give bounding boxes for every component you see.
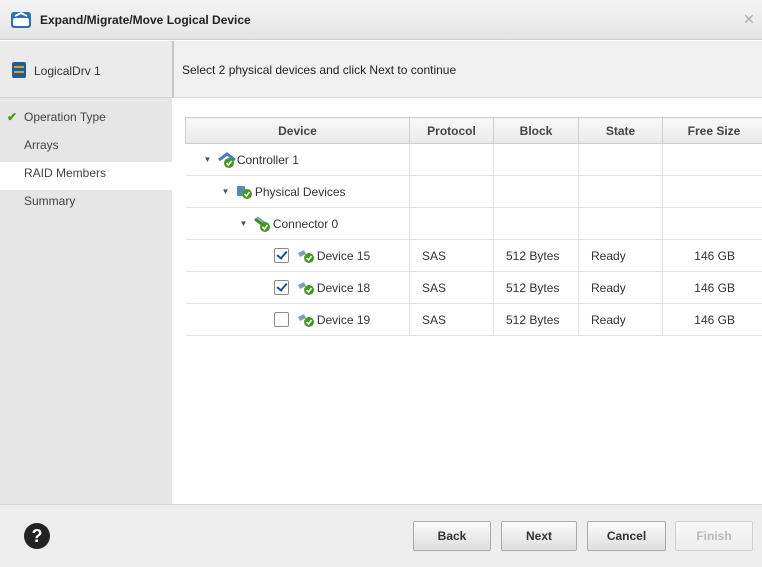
- column-header-device[interactable]: Device: [185, 117, 410, 144]
- tree-label: Connector 0: [272, 216, 339, 231]
- expand-triangle-icon[interactable]: ▼: [240, 219, 250, 228]
- window-title: Expand/Migrate/Move Logical Device: [40, 13, 251, 27]
- device-checkbox[interactable]: [273, 248, 289, 263]
- cell-block: 512 Bytes: [493, 303, 579, 336]
- step-label: Summary: [24, 194, 76, 208]
- disk-icon: [297, 281, 314, 295]
- wizard-steps: ✔ Operation Type Arrays RAID Members Sum…: [0, 106, 172, 218]
- tree-label: Physical Devices: [254, 184, 346, 199]
- disk-icon: [297, 249, 314, 263]
- table-header-row: Device Protocol Block State Free Size: [185, 117, 762, 144]
- step-raid-members[interactable]: RAID Members: [0, 162, 172, 190]
- cell-free-size: 146 GB: [662, 239, 762, 272]
- instruction-text: Select 2 physical devices and click Next…: [182, 63, 457, 77]
- cell-protocol: SAS: [409, 271, 494, 304]
- tree-row-connector[interactable]: ▼ Connector 0: [185, 207, 762, 240]
- disk-icon: [297, 313, 314, 327]
- connector-icon: [253, 215, 270, 232]
- back-button[interactable]: Back: [413, 521, 491, 551]
- logical-device-icon: [11, 11, 31, 28]
- controller-icon: [217, 151, 236, 168]
- finish-button[interactable]: Finish: [675, 521, 753, 551]
- cell-free-size: 146 GB: [662, 303, 762, 336]
- column-header-protocol[interactable]: Protocol: [409, 117, 494, 144]
- device-name: Device 19: [316, 312, 371, 327]
- wizard-footer: ? Back Next Cancel Finish: [0, 504, 762, 567]
- cell-protocol: SAS: [409, 303, 494, 336]
- column-header-state[interactable]: State: [578, 117, 663, 144]
- table-row[interactable]: Device 19 SAS 512 Bytes Ready 146 GB: [185, 303, 762, 336]
- table-row[interactable]: Device 15 SAS 512 Bytes Ready 146 GB: [185, 239, 762, 272]
- next-button[interactable]: Next: [501, 521, 577, 551]
- checkmark-icon: ✔: [7, 110, 18, 124]
- expand-triangle-icon[interactable]: ▼: [204, 155, 214, 164]
- step-label: RAID Members: [24, 166, 107, 180]
- tree-row-controller[interactable]: ▼ Controller 1: [185, 143, 762, 176]
- cell-state: Ready: [578, 239, 663, 272]
- cancel-button[interactable]: Cancel: [587, 521, 666, 551]
- database-icon: [12, 62, 26, 78]
- step-arrays[interactable]: Arrays: [0, 134, 172, 162]
- help-icon[interactable]: ?: [24, 523, 50, 549]
- close-icon[interactable]: ✕: [742, 12, 756, 26]
- column-header-block[interactable]: Block: [493, 117, 579, 144]
- device-name: Device 18: [316, 280, 371, 295]
- device-checkbox[interactable]: [273, 312, 289, 327]
- device-table: Device Protocol Block State Free Size ▼ …: [185, 117, 762, 336]
- step-label: Operation Type: [24, 110, 106, 124]
- expand-triangle-icon[interactable]: ▼: [222, 187, 232, 196]
- physical-devices-icon: [236, 185, 252, 199]
- table-row[interactable]: Device 18 SAS 512 Bytes Ready 146 GB: [185, 271, 762, 304]
- device-name: Device 15: [316, 248, 371, 263]
- cell-state: Ready: [578, 303, 663, 336]
- column-header-free-size[interactable]: Free Size: [662, 117, 762, 144]
- device-header: LogicalDrv 1: [0, 41, 172, 98]
- main-content: Device Protocol Block State Free Size ▼ …: [172, 98, 762, 504]
- cell-block: 512 Bytes: [493, 239, 579, 272]
- instruction-bar: Select 2 physical devices and click Next…: [172, 41, 762, 98]
- cell-free-size: 146 GB: [662, 271, 762, 304]
- tree-label: Controller 1: [236, 152, 299, 167]
- tree-row-physical-devices[interactable]: ▼ Physical Devices: [185, 175, 762, 208]
- cell-block: 512 Bytes: [493, 271, 579, 304]
- title-bar: Expand/Migrate/Move Logical Device ✕: [0, 0, 762, 40]
- cell-protocol: SAS: [409, 239, 494, 272]
- step-operation-type[interactable]: ✔ Operation Type: [0, 106, 172, 134]
- step-label: Arrays: [24, 138, 59, 152]
- wizard-sidebar: LogicalDrv 1 ✔ Operation Type Arrays RAI…: [0, 41, 172, 504]
- step-summary[interactable]: Summary: [0, 190, 172, 218]
- device-checkbox[interactable]: [273, 280, 289, 295]
- cell-state: Ready: [578, 271, 663, 304]
- device-name: LogicalDrv 1: [34, 64, 101, 78]
